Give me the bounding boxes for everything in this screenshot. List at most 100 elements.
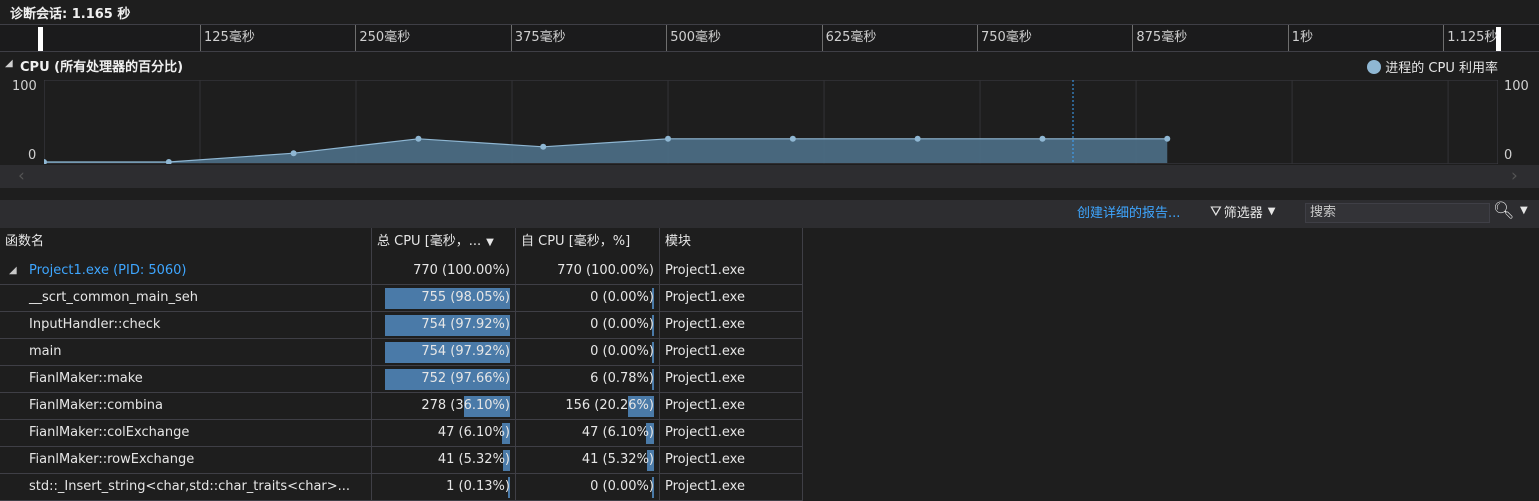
ruler-tick-label: 750毫秒: [981, 30, 1032, 45]
function-name-cell: InputHandler::check: [0, 312, 372, 339]
ruler-tick-label: 875毫秒: [1136, 30, 1188, 45]
create-report-link[interactable]: 创建详细的报告...: [1077, 202, 1180, 221]
filter-icon: ⛛: [1210, 203, 1222, 220]
search-input[interactable]: 搜索: [1305, 203, 1490, 223]
session-title: 诊断会话: 1.165 秒: [10, 7, 131, 22]
self-cpu-cell: 6 (0.78%): [516, 366, 660, 393]
ruler-tick-label: 250毫秒: [359, 30, 411, 45]
y-axis-min-right: 0: [1504, 148, 1513, 163]
chart-horizontal-scrollbar[interactable]: ‹ ›: [0, 165, 1539, 188]
module-cell: Project1.exe: [660, 420, 803, 447]
function-name-cell: ◢ Project1.exe (PID: 5060): [0, 258, 372, 285]
table-row[interactable]: main 754 (97.92%) 0 (0.00%) Project1.exe: [0, 339, 803, 366]
scroll-right-icon[interactable]: ›: [1511, 166, 1518, 186]
module-cell: Project1.exe: [660, 258, 803, 285]
ruler-tick: 875毫秒: [1132, 25, 1187, 51]
ruler-tick: 125毫秒: [200, 25, 255, 51]
filter-label: 筛选器: [1223, 206, 1263, 221]
table-header: 函数名 总 CPU [毫秒，... ▼ 自 CPU [毫秒，%] 模块: [0, 228, 1539, 258]
self-cpu-cell: 0 (0.00%): [516, 474, 660, 501]
function-name-cell: FianlMaker::make: [0, 366, 372, 393]
expand-triangle-icon[interactable]: ◢: [9, 258, 17, 284]
ruler-tick-label: 1秒: [1291, 30, 1314, 45]
column-header-total-cpu[interactable]: 总 CPU [毫秒，... ▼: [372, 228, 516, 258]
report-toolbar: 创建详细的报告... ⛛ 筛选器 ▼ 搜索 🔍︎ ▼: [0, 200, 1539, 228]
ruler-tick: 375毫秒: [510, 25, 566, 51]
table-row[interactable]: FianlMaker::rowExchange 41 (5.32%) 41 (5.3…: [0, 447, 803, 474]
chart-legend: 进程的 CPU 利用率: [1367, 57, 1498, 76]
module-cell: Project1.exe: [660, 393, 803, 420]
filter-button[interactable]: ⛛ 筛选器 ▼: [1210, 202, 1276, 222]
function-table-body: ◢ Project1.exe (PID: 5060) 770 (100.00%) 77…: [0, 258, 803, 501]
function-name-cell: main: [0, 339, 372, 366]
self-cpu-cell: 770 (100.00%): [516, 258, 660, 285]
module-cell: Project1.exe: [660, 366, 803, 393]
y-axis-max-left: 100: [12, 79, 37, 94]
scroll-left-icon[interactable]: ‹: [18, 166, 25, 186]
table-row[interactable]: ◢ Project1.exe (PID: 5060) 770 (100.00%) 77…: [0, 258, 803, 285]
session-header: 诊断会话: 1.165 秒: [0, 0, 1539, 24]
cpu-data-point: [415, 135, 422, 142]
legend-label: 进程的 CPU 利用率: [1385, 61, 1498, 76]
cpu-data-point: [665, 135, 672, 142]
table-row[interactable]: InputHandler::check 754 (97.92%) 0 (0.00%)…: [0, 312, 803, 339]
function-name-cell: FianlMaker::rowExchange: [0, 447, 372, 474]
table-row[interactable]: std::_Insert_string<char,std::char_trait…: [0, 474, 803, 501]
total-cpu-cell: 770 (100.00%): [372, 258, 516, 285]
total-cpu-cell: 754 (97.92%): [372, 312, 516, 339]
timeline-start-handle[interactable]: [38, 27, 43, 51]
ruler-tick: 250毫秒: [355, 25, 410, 51]
self-cpu-cell: 0 (0.00%): [516, 339, 660, 366]
ruler-tick-label: 500毫秒: [670, 30, 722, 45]
table-row[interactable]: FianlMaker::make 752 (97.66%) 6 (0.78%) Pro…: [0, 366, 803, 393]
y-axis-max-right: 100: [1504, 79, 1529, 94]
cpu-data-point: [914, 135, 921, 142]
function-name-cell: __scrt_common_main_seh: [0, 285, 372, 312]
ruler-tick: 500毫秒: [666, 25, 721, 51]
module-cell: Project1.exe: [660, 339, 803, 366]
table-row[interactable]: FianlMaker::combina 278 (36.10%) 156 (20.2…: [0, 393, 803, 420]
total-cpu-cell: 41 (5.32%): [372, 447, 516, 474]
self-cpu-cell: 47 (6.10%): [516, 420, 660, 447]
ruler-tick: 750毫秒: [977, 25, 1032, 51]
table-row[interactable]: __scrt_common_main_seh 755 (98.05%) 0 (0.0…: [0, 285, 803, 312]
ruler-tick-label: 625毫秒: [825, 30, 877, 45]
cpu-data-point: [1164, 135, 1171, 142]
cpu-data-point: [789, 135, 796, 142]
ruler-tick-label: 125毫秒: [204, 30, 255, 45]
chevron-down-icon: ▼: [1267, 206, 1276, 217]
legend-dot-icon: [1367, 59, 1382, 74]
ruler-tick: 1秒: [1287, 25, 1313, 51]
module-cell: Project1.exe: [660, 474, 803, 501]
search-options-chevron-icon[interactable]: ▼: [1520, 205, 1528, 216]
self-cpu-cell: 156 (20.26%): [516, 393, 660, 420]
ruler-tick-label: 375毫秒: [514, 30, 566, 45]
self-cpu-cell: 41 (5.32%): [516, 447, 660, 474]
function-name-cell: FianlMaker::combina: [0, 393, 372, 420]
total-cpu-cell: 47 (6.10%): [372, 420, 516, 447]
module-cell: Project1.exe: [660, 447, 803, 474]
y-axis-min-left: 0: [28, 148, 37, 163]
sort-desc-icon: ▼: [486, 237, 494, 248]
ruler-tick-label: 1.125秒: [1447, 30, 1498, 45]
column-header-self-cpu[interactable]: 自 CPU [毫秒，%]: [516, 228, 660, 258]
column-header-module[interactable]: 模块: [660, 228, 803, 258]
cpu-data-point: [1039, 135, 1046, 142]
search-icon[interactable]: 🔍︎: [1493, 201, 1515, 221]
total-cpu-cell: 278 (36.10%): [372, 393, 516, 420]
self-cpu-cell: 0 (0.00%): [516, 312, 660, 339]
cpu-chart[interactable]: [44, 80, 1498, 164]
module-cell: Project1.exe: [660, 285, 803, 312]
total-cpu-cell: 754 (97.92%): [372, 339, 516, 366]
timeline-ruler[interactable]: 125毫秒 250毫秒 375毫秒 500毫秒 625毫秒 750毫秒 875毫秒 1秒 1.1…: [0, 24, 1539, 52]
total-cpu-cell: 1 (0.13%): [372, 474, 516, 501]
function-name-cell: std::_Insert_string<char,std::char_trait…: [0, 474, 372, 501]
total-cpu-cell: 755 (98.05%): [372, 285, 516, 312]
cpu-data-point: [290, 150, 297, 157]
table-row[interactable]: FianlMaker::colExchange 47 (6.10%) 47 (6.1…: [0, 420, 803, 447]
column-header-function-name[interactable]: 函数名: [0, 228, 372, 258]
ruler-tick: 1.125秒: [1443, 25, 1497, 51]
collapse-triangle-icon[interactable]: ◢: [5, 58, 13, 69]
cpu-data-point: [540, 143, 547, 150]
cpu-panel-title: CPU (所有处理器的百分比): [20, 60, 184, 75]
